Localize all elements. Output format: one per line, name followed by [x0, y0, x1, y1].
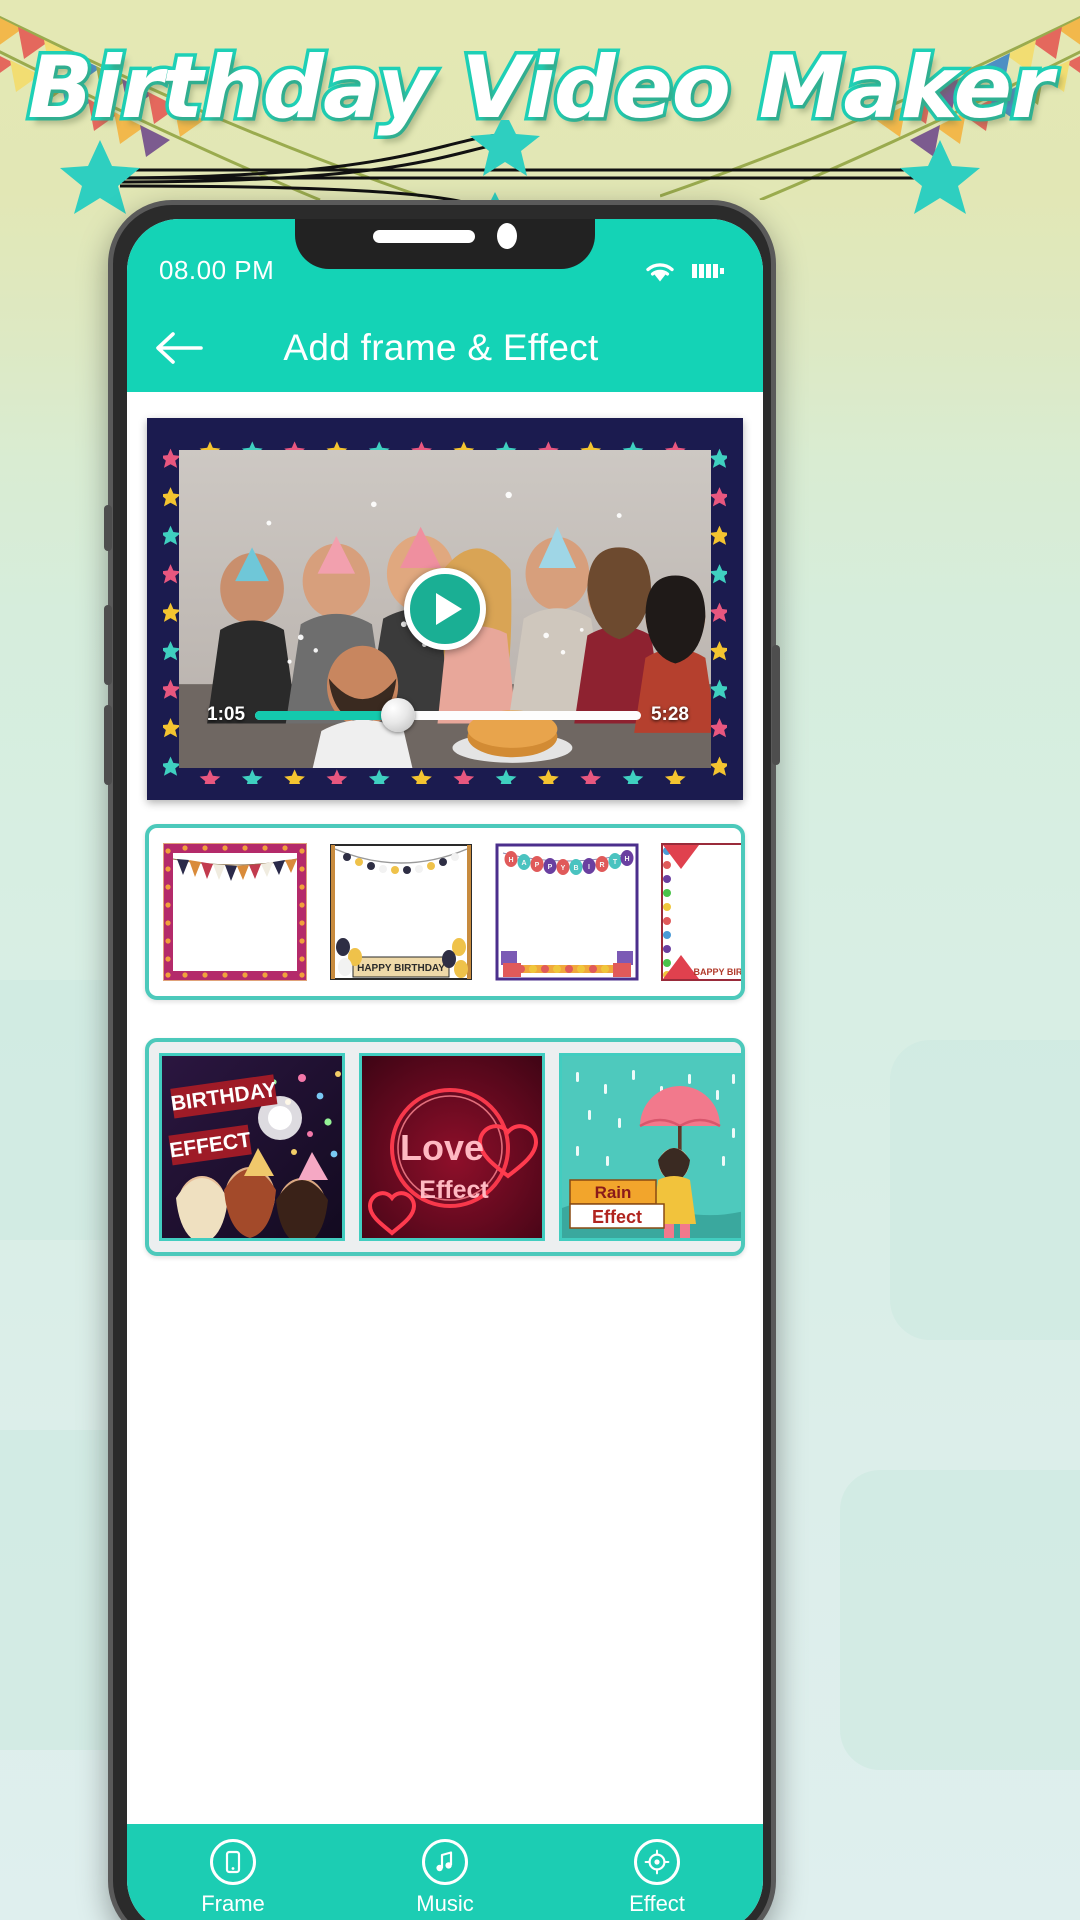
svg-text:I: I: [588, 864, 590, 871]
total-time-label: 5:28: [650, 704, 689, 725]
frame-thumbnail-1[interactable]: [159, 839, 311, 985]
nav-label-music: Music: [416, 1891, 474, 1916]
battery-icon: [692, 263, 724, 278]
frame-beads-birthday-icon: BAPPY BIRTHDAY: [661, 843, 745, 981]
frame-thumbnail-2[interactable]: HAPPY BIRTHDAY: [325, 839, 477, 985]
wifi-icon: [646, 262, 674, 281]
svg-text:R: R: [599, 862, 604, 869]
app-bar: Add frame & Effect: [127, 304, 763, 392]
phone-notch: [295, 219, 595, 269]
phone-side-button: [104, 705, 112, 785]
phone-side-button: [104, 505, 112, 551]
phone-side-button: [104, 605, 112, 685]
effect-thumbnail-love[interactable]: Love Effect: [359, 1053, 545, 1241]
nav-label-frame: Frame: [201, 1891, 265, 1916]
bg-blob: [840, 1470, 1080, 1770]
current-time-label: 1:05: [207, 704, 246, 725]
seek-fill: [255, 710, 398, 720]
nav-item-music[interactable]: Music: [339, 1824, 551, 1920]
svg-text:H: H: [508, 857, 513, 864]
nav-item-effect[interactable]: Effect: [551, 1824, 763, 1920]
page-title: Add frame & Effect: [283, 327, 599, 368]
bg-blob: [890, 1040, 1080, 1340]
frame-stars-pink-icon: [163, 843, 307, 981]
effect-icon: [634, 1839, 680, 1885]
effect-birthday-icon: BIRTHDAY EFFECT: [162, 1056, 342, 1238]
phone-mockup: 08.00 PM Add frame & Effect 1:05 5:28 HA…: [104, 200, 780, 1920]
frame-thumbnail-4[interactable]: BAPPY BIRTHDAY: [657, 839, 745, 985]
status-bar: 08.00 PM: [127, 219, 763, 304]
effect-rain-icon: Rain Effect: [562, 1056, 741, 1238]
phone-side-button: [772, 645, 780, 765]
effect-selector[interactable]: BIRTHDAY EFFECT Love Effect Rain Effect: [145, 1038, 745, 1256]
play-button[interactable]: [404, 568, 486, 650]
frame-caption: HAPPY BIRTHDAY: [357, 963, 445, 974]
music-icon: [422, 1839, 468, 1885]
nav-label-effect: Effect: [629, 1891, 685, 1916]
status-icons: [643, 258, 731, 284]
nav-item-frame[interactable]: Frame: [127, 1824, 339, 1920]
svg-text:T: T: [613, 859, 618, 866]
effect-thumbnail-rain[interactable]: Rain Effect: [559, 1053, 741, 1241]
effect-label-line1: Love: [400, 1127, 484, 1168]
frame-purple-bunting-icon: H A P P YB I R T H: [495, 843, 639, 981]
svg-text:P: P: [535, 862, 540, 869]
speaker-grill: [373, 229, 475, 243]
status-time: 08.00 PM: [159, 255, 275, 285]
svg-text:Y: Y: [561, 865, 566, 872]
effect-label-line2: Effect: [419, 1176, 489, 1204]
seek-track[interactable]: [255, 698, 641, 732]
effect-love-icon: Love Effect: [362, 1056, 542, 1238]
play-icon: [436, 593, 462, 625]
effect-thumbnail-birthday[interactable]: BIRTHDAY EFFECT: [159, 1053, 345, 1241]
frame-icon: [210, 1839, 256, 1885]
video-seek-bar[interactable]: 1:05 5:28: [207, 698, 689, 732]
phone-screen: 08.00 PM Add frame & Effect 1:05 5:28 HA…: [127, 219, 763, 1920]
preview-decorative-frame: 1:05 5:28: [147, 418, 743, 800]
effect-label-line1: Rain: [595, 1183, 632, 1202]
svg-text:H: H: [624, 856, 629, 863]
front-camera-icon: [497, 223, 517, 249]
effect-label-line2: Effect: [592, 1207, 642, 1227]
seek-thumb[interactable]: [380, 698, 415, 732]
frame-happy-birthday-balloons-icon: HAPPY BIRTHDAY: [330, 844, 472, 980]
frame-thumbnail-3[interactable]: H A P P YB I R T H: [491, 839, 643, 985]
back-arrow-icon[interactable]: [153, 329, 205, 367]
frame-selector[interactable]: HAPPY BIRTHDAY H A P P Y B I R T H BAPPY…: [145, 824, 745, 1000]
svg-text:B: B: [573, 865, 578, 872]
preview-photo: 1:05 5:28: [179, 450, 711, 768]
video-preview-card[interactable]: 1:05 5:28: [147, 418, 743, 800]
svg-text:P: P: [548, 864, 553, 871]
bottom-navigation[interactable]: Frame Music Effect: [127, 1824, 763, 1920]
svg-text:A: A: [521, 860, 526, 867]
frame-caption: BAPPY BIRTHDAY: [693, 967, 745, 977]
